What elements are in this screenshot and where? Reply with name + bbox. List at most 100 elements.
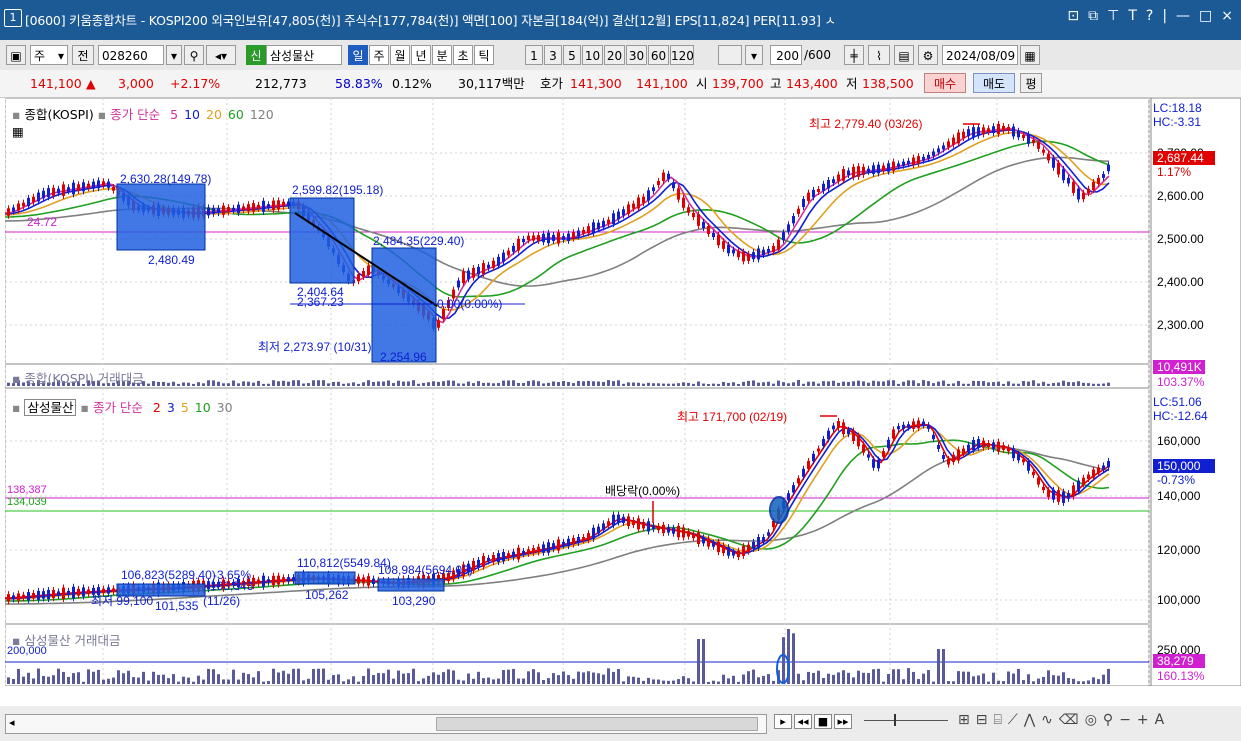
pin-icon[interactable]: ⊤: [1107, 8, 1119, 24]
upper-candle: [577, 230, 580, 237]
count-dropdown-icon[interactable]: ▾: [745, 45, 763, 65]
ma-period-10[interactable]: 10: [184, 107, 200, 122]
period-number-30[interactable]: 30: [626, 45, 647, 65]
period-tab-2[interactable]: 월: [390, 45, 410, 65]
period-number-10[interactable]: 10: [582, 45, 603, 65]
lower-candle: [577, 537, 580, 543]
chevron-down-icon: ▾: [57, 49, 64, 63]
eraser-icon[interactable]: ⌫: [1059, 712, 1079, 728]
upper-candle: [237, 204, 240, 213]
ma-period-60[interactable]: 60: [228, 107, 244, 122]
layout-icon[interactable]: ⊟: [976, 712, 988, 728]
close-icon[interactable]: ×: [1221, 8, 1233, 24]
upper-pane-title[interactable]: 종합(KOSPI): [24, 107, 93, 122]
upper-candle: [12, 207, 15, 212]
vol2-bar: [107, 678, 110, 684]
count-input[interactable]: 200: [770, 45, 802, 65]
pattern-box: [377, 578, 445, 592]
link-icon[interactable]: ⧉: [1088, 8, 1098, 24]
font-icon[interactable]: T: [1128, 8, 1137, 24]
lower-candle: [357, 576, 360, 584]
period-tab-5[interactable]: 초: [453, 45, 473, 65]
zoom-slider-handle[interactable]: [894, 714, 896, 726]
buy-button[interactable]: 매수: [924, 73, 966, 93]
vol1-bar: [937, 381, 940, 386]
sound-icon[interactable]: ◂▾: [206, 45, 236, 65]
sell-button[interactable]: 매도: [973, 73, 1015, 93]
vol1-pane-title[interactable]: 종합(KOSPI) 거래대금: [24, 371, 143, 386]
vol2-bar: [432, 672, 435, 684]
screenshot-icon[interactable]: ◎: [1085, 712, 1097, 728]
trend-line-icon[interactable]: ⟋: [1008, 712, 1018, 728]
save-icon[interactable]: ▤: [894, 45, 914, 65]
restore-icon[interactable]: ⊡: [1067, 8, 1079, 24]
help-icon[interactable]: ?: [1146, 8, 1153, 24]
ma-period-30[interactable]: 30: [217, 400, 233, 415]
ma-period-20[interactable]: 20: [206, 107, 222, 122]
period-tab-6[interactable]: 틱: [474, 45, 494, 65]
period-number-5[interactable]: 5: [563, 45, 581, 65]
settings-gear-icon[interactable]: ⚙: [918, 45, 938, 65]
play-icon[interactable]: ▸: [774, 714, 792, 729]
text-tool-icon[interactable]: ⌸: [993, 712, 1001, 728]
lower-pane-title[interactable]: 삼성물산: [24, 399, 77, 416]
text-size-icon[interactable]: A: [1155, 712, 1165, 728]
horizontal-scrollbar[interactable]: ◂: [5, 714, 767, 734]
vol1-bar: [537, 381, 540, 386]
upper-ma-label[interactable]: 종가 단순: [110, 107, 160, 122]
zoom-in-icon[interactable]: +: [1137, 712, 1149, 728]
vol2-bar: [917, 679, 920, 684]
period-number-120[interactable]: 120: [670, 45, 694, 65]
period-tab-0[interactable]: 일: [348, 45, 368, 65]
scrollbar-thumb[interactable]: [436, 717, 758, 731]
stock-name-field[interactable]: 삼성물산: [266, 45, 342, 65]
stop-icon[interactable]: ■: [814, 714, 832, 729]
scroll-left-icon[interactable]: ◂: [9, 716, 15, 729]
chart-type-icon[interactable]: ╪: [844, 45, 864, 65]
ma-period-2[interactable]: 2: [153, 400, 161, 415]
period-number-60[interactable]: 60: [648, 45, 669, 65]
vol2-pane-title[interactable]: 삼성물산 거래대금: [24, 633, 120, 648]
wave-icon[interactable]: ∿: [1041, 712, 1053, 728]
minimize-icon[interactable]: —: [1176, 8, 1190, 24]
ma-period-5[interactable]: 5: [181, 400, 189, 415]
fan-line-icon[interactable]: ⋀: [1024, 712, 1035, 728]
period-tab-1[interactable]: 주: [369, 45, 389, 65]
ma-period-120[interactable]: 120: [250, 107, 274, 122]
magnifier-icon[interactable]: ⚲: [1103, 712, 1113, 728]
period-tab-3[interactable]: 년: [411, 45, 431, 65]
calendar-icon[interactable]: ▦: [1020, 45, 1040, 65]
stock-code-input[interactable]: 028260: [98, 45, 164, 65]
type-select[interactable]: 주 ▾: [30, 45, 68, 65]
grid-icon[interactable]: ▦: [12, 124, 24, 139]
upper-candle: [687, 207, 690, 213]
code-dropdown-icon[interactable]: ▾: [166, 45, 182, 65]
chart-canvas[interactable]: 2,700.002,600.002,500.002,400.002,300.00…: [5, 98, 1241, 686]
average-button[interactable]: 평: [1020, 73, 1042, 93]
ma-period-10[interactable]: 10: [195, 400, 211, 415]
indicator-icon[interactable]: ⌇: [868, 45, 890, 65]
rewind-icon[interactable]: ◂◂: [794, 714, 812, 729]
split-icon[interactable]: ⊞: [958, 712, 970, 728]
zoom-slider[interactable]: [864, 714, 948, 726]
upper-candle: [572, 232, 575, 239]
period-number-20[interactable]: 20: [604, 45, 625, 65]
maximize-icon[interactable]: □: [1199, 8, 1212, 24]
ma-period-5[interactable]: 5: [170, 107, 178, 122]
zoom-out-icon[interactable]: −: [1119, 712, 1131, 728]
window-menu-icon[interactable]: ▣: [6, 45, 26, 65]
upper-candle: [1047, 153, 1050, 161]
forward-icon[interactable]: ▸▸: [834, 714, 852, 729]
vol1-bar: [412, 380, 415, 386]
period-tab-4[interactable]: 분: [432, 45, 452, 65]
prev-button[interactable]: 전: [72, 45, 94, 65]
search-icon[interactable]: ⚲: [184, 45, 204, 65]
ma-period-3[interactable]: 3: [167, 400, 175, 415]
lower-ma-label[interactable]: 종가 단순: [93, 400, 143, 415]
period-number-1[interactable]: 1: [525, 45, 543, 65]
period-number-3[interactable]: 3: [544, 45, 562, 65]
vol2-bar: [182, 676, 185, 684]
date-input[interactable]: 2024/08/09: [942, 45, 1018, 65]
upper-candle: [112, 186, 115, 191]
blank-field[interactable]: [718, 45, 742, 65]
